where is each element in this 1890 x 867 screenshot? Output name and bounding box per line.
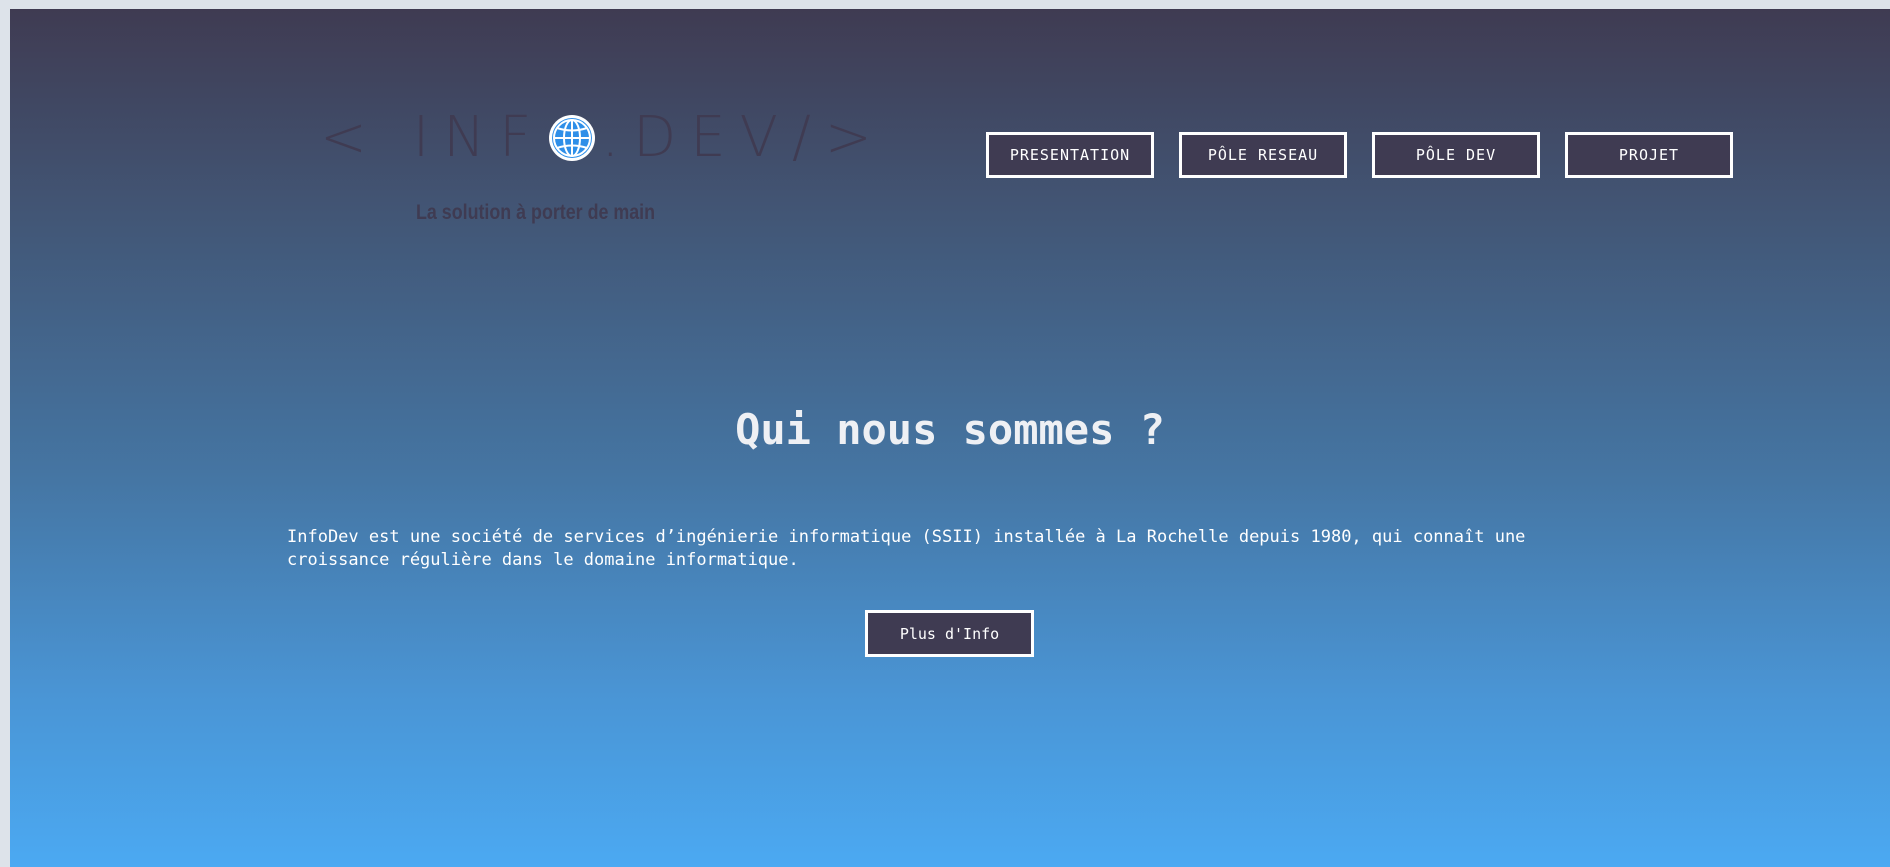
site-logo[interactable]: < INF .DEV/> La solution à porter de mai…	[320, 105, 872, 235]
hero-title: Qui nous sommes ?	[735, 405, 1165, 454]
nav-projet-button[interactable]: PROJET	[1565, 132, 1733, 178]
logo-text-left: < INF	[320, 105, 546, 170]
logo-tagline: La solution à porter de main	[416, 201, 656, 224]
hero-description: InfoDev est une société de services d’in…	[287, 527, 1526, 570]
nav-presentation-button[interactable]: PRESENTATION	[986, 132, 1154, 178]
main-nav: PRESENTATION PÔLE RESEAU PÔLE DEV PROJET	[986, 132, 1733, 178]
logo-wordmark: < INF .DEV/>	[320, 105, 886, 170]
nav-pole-dev-button[interactable]: PÔLE DEV	[1372, 132, 1540, 178]
nav-pole-reseau-button[interactable]: PÔLE RESEAU	[1179, 132, 1347, 178]
logo-text-right: .DEV/>	[601, 105, 886, 170]
more-info-button[interactable]: Plus d'Info	[865, 610, 1034, 657]
page: < INF .DEV/> La solution à porter de mai…	[10, 9, 1890, 867]
globe-icon	[547, 112, 597, 162]
